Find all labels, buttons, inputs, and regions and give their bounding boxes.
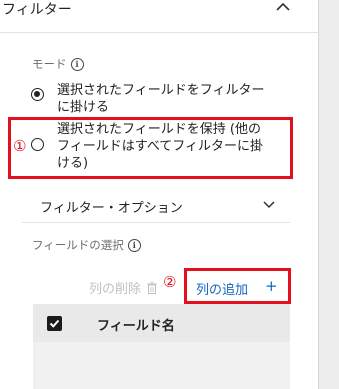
field-select-label: フィールドの選択	[32, 238, 124, 252]
field-name-column-header: フィールド名	[97, 319, 175, 334]
select-all-checkbox[interactable]	[47, 316, 62, 331]
radio-button[interactable]	[31, 138, 44, 151]
filter-panel: フィルター モード i 選択されたフィールドをフィルター に掛ける ① 選択され…	[0, 0, 318, 389]
filter-section-header[interactable]: フィルター	[0, 0, 318, 33]
delete-column-label: 列の削除	[89, 282, 142, 297]
info-icon[interactable]: i	[70, 57, 84, 71]
fields-table-header: フィールド名	[33, 304, 290, 342]
filter-options-label: フィルター・オプション	[40, 201, 183, 216]
filter-section-title: フィルター	[2, 2, 72, 18]
mode-option-label: 選択されたフィールドをフィルター に掛ける	[57, 82, 264, 116]
mode-label: モード	[32, 57, 67, 71]
mode-option-label-line: 選択されたフィールドを保持 (他の	[57, 122, 261, 137]
mode-label-row: モード i	[32, 56, 84, 72]
delete-column-button[interactable]: 列の削除	[89, 278, 158, 297]
fields-table-body	[33, 342, 290, 389]
radio-button-checked[interactable]	[31, 88, 44, 101]
chevron-up-icon[interactable]	[276, 2, 290, 12]
mode-option-label: 選択されたフィールドを保持 (他の フィールドはすべてフィルターに掛 ける)	[57, 121, 263, 172]
mode-option-keep-selected[interactable]: 選択されたフィールドを保持 (他の フィールドはすべてフィルターに掛 ける)	[31, 121, 263, 172]
filter-options-dropdown[interactable]: フィルター・オプション	[22, 189, 290, 223]
checkmark-icon	[49, 319, 60, 328]
mode-option-label-line: ける)	[57, 156, 89, 171]
plus-icon: +	[265, 277, 278, 295]
mode-option-label-line: に掛ける	[57, 100, 110, 115]
info-icon[interactable]: i	[127, 238, 141, 252]
field-select-label-row: フィールドの選択 i	[32, 237, 141, 253]
chevron-down-icon[interactable]	[263, 201, 275, 209]
add-column-label: 列の追加	[196, 283, 249, 298]
mode-option-label-line: 選択されたフィールドをフィルター	[57, 83, 265, 98]
add-column-button[interactable]: 列の追加 +	[184, 268, 291, 304]
mode-option-label-line: フィールドはすべてフィルターに掛	[57, 139, 264, 154]
mode-option-filter-selected[interactable]: 選択されたフィールドをフィルター に掛ける	[31, 82, 264, 116]
side-panel-edge	[318, 0, 339, 389]
annotation-number: ①	[13, 137, 27, 155]
trash-icon	[147, 281, 158, 294]
annotation-number: ②	[163, 273, 177, 291]
